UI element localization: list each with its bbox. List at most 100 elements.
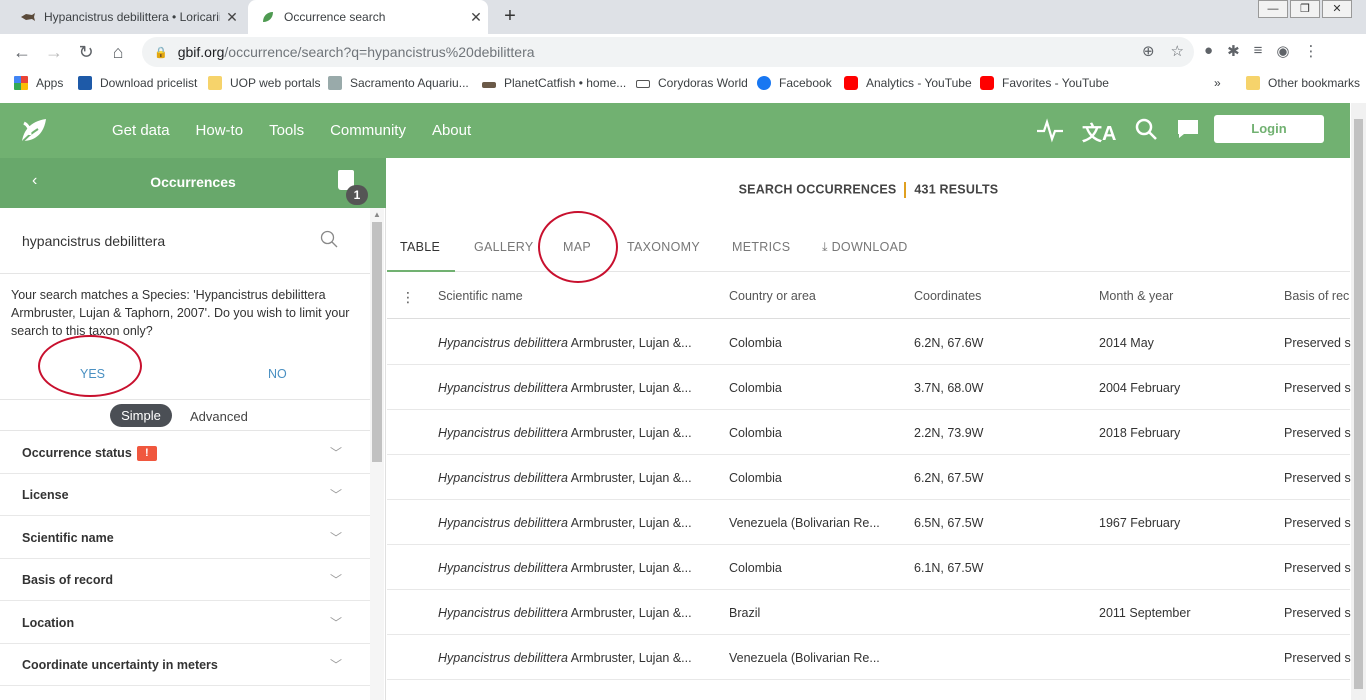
filter-coordinate-uncertainty[interactable]: Coordinate uncertainty in meters ﹀: [0, 644, 370, 686]
cell-coordinates: 6.1N, 67.5W: [914, 561, 984, 575]
chevron-down-icon: ﹀: [330, 573, 343, 587]
table-row[interactable]: Hypancistrus debilittera Armbruster, Luj…: [387, 545, 1351, 590]
cell-coordinates: 6.2N, 67.6W: [914, 336, 984, 350]
column-options-kebab-icon[interactable]: ⋮: [401, 289, 415, 306]
tab-title: Hypancistrus debilittera • Loricariidae: [44, 10, 220, 24]
bookmarks-overflow-button[interactable]: »: [1214, 76, 1221, 90]
table-row[interactable]: Hypancistrus debilittera Armbruster, Luj…: [387, 635, 1351, 680]
forward-arrow-icon[interactable]: →: [42, 40, 66, 64]
bookmark-label: UOP web portals: [230, 76, 321, 90]
nav-tools[interactable]: Tools: [269, 122, 304, 139]
mode-simple-button[interactable]: Simple: [110, 404, 172, 427]
url-bar[interactable]: 🔒 gbif.org/occurrence/search?q=hypancist…: [142, 37, 1194, 67]
close-window-button[interactable]: ✕: [1322, 0, 1352, 18]
bookmark-favorites-youtube[interactable]: Favorites - YouTube: [980, 76, 1109, 90]
filter-label: Occurrence status: [22, 446, 132, 460]
menu-kebab-icon[interactable]: ⋮: [1304, 42, 1319, 60]
puzzle-icon[interactable]: ✱: [1227, 42, 1240, 60]
cell-country: Colombia: [729, 471, 782, 485]
zoom-icon[interactable]: ⊕: [1142, 42, 1155, 60]
filter-occurrence-status[interactable]: Occurrence status! ﹀: [0, 432, 370, 474]
cell-basis-of-record: Preserved s: [1284, 606, 1351, 620]
nav-get-data[interactable]: Get data: [112, 122, 170, 139]
tab-taxonomy[interactable]: TAXONOMY: [627, 240, 700, 254]
filter-location[interactable]: Location ﹀: [0, 602, 370, 644]
tab-gallery[interactable]: GALLERY: [474, 240, 534, 254]
browser-tab-loricariidae[interactable]: Hypancistrus debilittera • Loricariidae …: [8, 0, 244, 34]
scrollbar-thumb[interactable]: [372, 222, 382, 462]
table-row[interactable]: Hypancistrus debilittera Armbruster, Luj…: [387, 410, 1351, 455]
close-icon[interactable]: ✕: [220, 9, 244, 26]
table-row[interactable]: Hypancistrus debilittera Armbruster, Luj…: [387, 590, 1351, 635]
bookmark-analytics-youtube[interactable]: Analytics - YouTube: [844, 76, 972, 90]
bookmark-other[interactable]: Other bookmarks: [1246, 76, 1360, 90]
address-bar-row: ← → ↻ ⌂ 🔒 gbif.org/occurrence/search?q=h…: [0, 34, 1366, 70]
feedback-comment-icon[interactable]: [1176, 117, 1200, 149]
filter-scientific-name[interactable]: Scientific name ﹀: [0, 517, 370, 559]
scroll-up-arrow-icon[interactable]: ▲: [373, 210, 381, 219]
bookmark-label: Favorites - YouTube: [1002, 76, 1109, 90]
minimize-button[interactable]: —: [1258, 0, 1288, 18]
col-scientific-name[interactable]: Scientific name: [438, 289, 523, 303]
activity-pulse-icon[interactable]: [1036, 117, 1064, 149]
bookmark-facebook[interactable]: Facebook: [757, 76, 832, 90]
bookmark-corydoras[interactable]: Corydoras World: [636, 76, 748, 90]
filter-basis-of-record[interactable]: Basis of record ﹀: [0, 559, 370, 601]
restore-button[interactable]: ❐: [1290, 0, 1320, 18]
search-input[interactable]: hypancistrus debilittera: [0, 208, 370, 274]
scrollbar-thumb[interactable]: [1354, 119, 1363, 689]
chevron-down-icon: ﹀: [330, 658, 343, 672]
species-author: Armbruster, Lujan &...: [567, 426, 692, 440]
mode-advanced-button[interactable]: Advanced: [190, 409, 248, 424]
star-icon[interactable]: ☆: [1171, 42, 1184, 60]
extension-circle-icon[interactable]: ●: [1204, 42, 1213, 60]
gbif-leaf-icon: [260, 9, 276, 25]
back-arrow-icon[interactable]: ←: [10, 40, 34, 64]
page-scrollbar[interactable]: [1351, 103, 1366, 700]
bookmark-uop[interactable]: UOP web portals: [208, 76, 321, 90]
bookmark-sacramento[interactable]: Sacramento Aquariu...: [328, 76, 469, 90]
tab-metrics[interactable]: METRICS: [732, 240, 790, 254]
nav-how-to[interactable]: How-to: [196, 122, 244, 139]
main-nav: Get data How-to Tools Community About: [112, 103, 497, 158]
col-country[interactable]: Country or area: [729, 289, 816, 303]
table-row[interactable]: Hypancistrus debilittera Armbruster, Luj…: [387, 320, 1351, 365]
filter-license[interactable]: License ﹀: [0, 474, 370, 516]
search-icon[interactable]: [1134, 117, 1158, 149]
bookmark-download-pricelist[interactable]: Download pricelist: [78, 76, 197, 90]
no-button[interactable]: NO: [268, 367, 287, 381]
col-coordinates[interactable]: Coordinates: [914, 289, 981, 303]
sidebar-title: Occurrences: [150, 174, 236, 190]
col-month-year[interactable]: Month & year: [1099, 289, 1173, 303]
tab-download[interactable]: ⤓ DOWNLOAD: [822, 240, 908, 255]
col-basis-of-record[interactable]: Basis of rec: [1284, 289, 1349, 303]
login-button[interactable]: Login: [1214, 115, 1324, 143]
new-tab-button[interactable]: +: [498, 5, 522, 29]
bookmark-apps[interactable]: Apps: [14, 76, 63, 90]
cell-basis-of-record: Preserved s: [1284, 381, 1351, 395]
table-row[interactable]: Hypancistrus debilittera Armbruster, Luj…: [387, 455, 1351, 500]
media-icon[interactable]: ≡: [1254, 42, 1263, 60]
cell-coordinates: 6.2N, 67.5W: [914, 471, 984, 485]
filter-sidebar: ‹ Occurrences 1 hypancistrus debilittera…: [0, 158, 386, 700]
close-icon[interactable]: ✕: [464, 9, 488, 26]
browser-tab-occurrence-search[interactable]: Occurrence search ✕: [248, 0, 488, 34]
translate-icon[interactable]: 文A: [1082, 117, 1116, 149]
search-icon[interactable]: [320, 230, 338, 253]
url-path: /occurrence/search?q=hypancistrus%20debi…: [224, 44, 535, 60]
nav-about[interactable]: About: [432, 122, 471, 139]
cell-country: Venezuela (Bolivarian Re...: [729, 516, 880, 530]
page-icon: [78, 76, 92, 90]
sidebar-scrollbar[interactable]: ▲: [370, 208, 384, 700]
nav-community[interactable]: Community: [330, 122, 406, 139]
gbif-logo-icon[interactable]: [18, 115, 50, 147]
home-icon[interactable]: ⌂: [106, 40, 130, 64]
lock-icon: 🔒: [154, 46, 168, 59]
table-row[interactable]: Hypancistrus debilittera Armbruster, Luj…: [387, 500, 1351, 545]
tab-table[interactable]: TABLE: [400, 240, 440, 254]
table-row[interactable]: Hypancistrus debilittera Armbruster, Luj…: [387, 365, 1351, 410]
bookmark-planetcatfish[interactable]: PlanetCatfish • home...: [482, 76, 626, 90]
species-name: Hypancistrus debilittera: [438, 516, 568, 530]
reload-icon[interactable]: ↻: [74, 40, 98, 64]
profile-icon[interactable]: ◉: [1276, 42, 1289, 60]
